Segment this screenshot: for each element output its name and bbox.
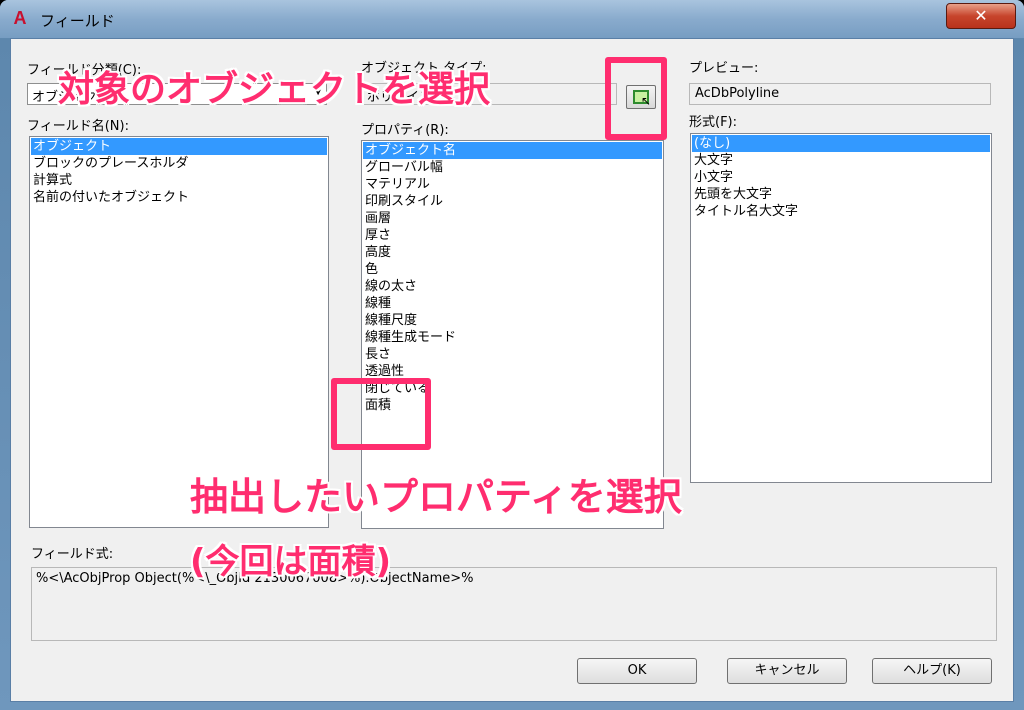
highlight-area-property-box (331, 378, 431, 450)
property-item[interactable]: 長さ (363, 346, 662, 363)
format-item[interactable]: (なし) (692, 135, 990, 152)
field-dialog: A フィールド ✕ フィールド分類(C): オブジェクト ▼ オブジェクト タイ… (0, 0, 1024, 710)
property-item[interactable]: マテリアル (363, 176, 662, 193)
property-item[interactable]: 線種生成モード (363, 329, 662, 346)
callout-area-note: (今回は面積) (190, 542, 392, 582)
format-item[interactable]: 大文字 (692, 152, 990, 169)
property-item[interactable]: 高度 (363, 244, 662, 261)
format-label: 形式(F): (689, 115, 738, 130)
property-item[interactable]: 線種尺度 (363, 312, 662, 329)
field-name-item[interactable]: 計算式 (31, 172, 327, 189)
field-expression-label: フィールド式: (31, 547, 114, 562)
preview-field: AcDbPolyline (689, 83, 991, 105)
highlight-select-object-box (605, 57, 667, 140)
field-name-item[interactable]: 名前の付いたオブジェクト (31, 189, 327, 206)
field-expression-field: %<\AcObjProp Object(%<\_ObjId 2130067008… (31, 567, 997, 641)
help-button[interactable]: ヘルプ(K) (872, 658, 992, 684)
property-item[interactable]: 印刷スタイル (363, 193, 662, 210)
property-item[interactable]: 線種 (363, 295, 662, 312)
property-item[interactable]: 厚さ (363, 227, 662, 244)
property-item[interactable]: グローバル幅 (363, 159, 662, 176)
format-item[interactable]: 先頭を大文字 (692, 186, 990, 203)
preview-label: プレビュー: (689, 61, 759, 76)
autocad-app-icon: A (13, 8, 27, 28)
format-item[interactable]: タイトル名大文字 (692, 203, 990, 220)
callout-select-property: 抽出したいプロパティを選択 (190, 475, 682, 519)
window-title: フィールド (40, 12, 115, 30)
close-button[interactable]: ✕ (946, 3, 1016, 29)
title-bar[interactable]: A フィールド ✕ (0, 0, 1024, 38)
property-item[interactable]: オブジェクト名 (363, 142, 662, 159)
field-name-item[interactable]: ブロックのプレースホルダ (31, 155, 327, 172)
property-item[interactable]: 色 (363, 261, 662, 278)
callout-select-object: 対象のオブジェクトを選択 (58, 69, 491, 110)
format-list[interactable]: (なし) 大文字 小文字 先頭を大文字 タイトル名大文字 (690, 133, 992, 483)
ok-button[interactable]: OK (577, 658, 697, 684)
dialog-body: フィールド分類(C): オブジェクト ▼ オブジェクト タイプ: ポリライン ↖… (10, 38, 1014, 702)
property-label: プロパティ(R): (361, 123, 449, 138)
field-name-label: フィールド名(N): (27, 119, 129, 134)
property-item[interactable]: 画層 (363, 210, 662, 227)
format-item[interactable]: 小文字 (692, 169, 990, 186)
field-name-item[interactable]: オブジェクト (31, 138, 327, 155)
cancel-button[interactable]: キャンセル (727, 658, 847, 684)
property-item[interactable]: 線の太さ (363, 278, 662, 295)
